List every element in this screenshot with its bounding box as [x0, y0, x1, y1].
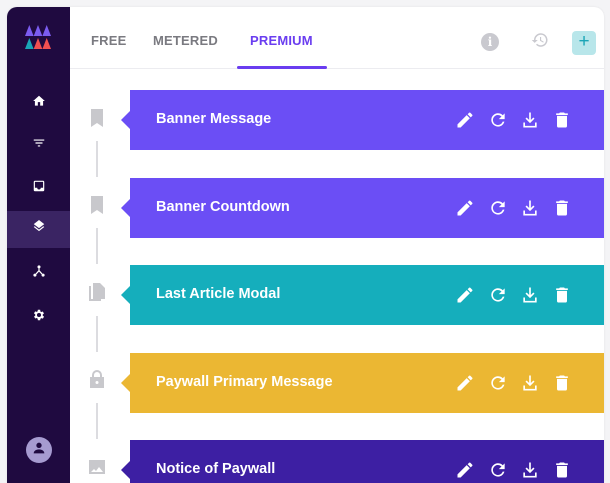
card-actions: [455, 110, 575, 130]
user-icon: [31, 440, 47, 461]
card-banner-message[interactable]: Banner Message: [121, 90, 604, 150]
card-last-article-modal[interactable]: Last Article Modal: [121, 265, 604, 325]
lock-icon: [89, 370, 105, 388]
sidebar-item-layers[interactable]: [7, 211, 70, 248]
tab-bar: FREE METERED PREMIUM i +: [70, 7, 604, 69]
image-icon: [89, 458, 105, 476]
app-panel: FREE METERED PREMIUM i + Banner Message: [7, 7, 604, 483]
active-tab-indicator: [237, 66, 327, 69]
logo[interactable]: [25, 25, 51, 49]
sidebar-item-home[interactable]: [7, 85, 70, 122]
history-button[interactable]: [530, 32, 550, 52]
download-icon[interactable]: [520, 110, 540, 130]
bookmark-icon: [89, 196, 105, 214]
tab-premium[interactable]: PREMIUM: [250, 33, 313, 48]
tab-metered[interactable]: METERED: [153, 33, 218, 48]
download-icon[interactable]: [520, 460, 540, 480]
refresh-icon[interactable]: [488, 198, 508, 218]
timeline-connector: [96, 228, 98, 264]
card-actions: [455, 460, 575, 480]
card-banner-countdown[interactable]: Banner Countdown: [121, 178, 604, 238]
bookmark-icon: [89, 109, 105, 127]
sidebar-item-settings[interactable]: [7, 299, 70, 336]
download-icon[interactable]: [520, 285, 540, 305]
edit-icon[interactable]: [455, 110, 475, 130]
card-title: Last Article Modal: [156, 286, 281, 302]
timeline-connector: [96, 403, 98, 439]
edit-icon[interactable]: [455, 460, 475, 480]
card-actions: [455, 198, 575, 218]
trash-icon[interactable]: [552, 198, 572, 218]
refresh-icon[interactable]: [488, 110, 508, 130]
download-icon[interactable]: [520, 373, 540, 393]
card-title: Notice of Paywall: [156, 461, 276, 477]
history-icon: [531, 31, 549, 54]
card-title: Banner Message: [156, 111, 272, 127]
edit-icon[interactable]: [455, 198, 475, 218]
refresh-icon[interactable]: [488, 460, 508, 480]
trash-icon[interactable]: [552, 373, 572, 393]
info-button[interactable]: i: [480, 32, 500, 52]
edit-icon[interactable]: [455, 373, 475, 393]
flow-icon: [32, 264, 46, 283]
refresh-icon[interactable]: [488, 285, 508, 305]
home-icon: [32, 94, 46, 113]
trash-icon[interactable]: [552, 110, 572, 130]
sidebar: [7, 7, 70, 483]
sidebar-item-filter[interactable]: [7, 127, 70, 164]
card-title: Paywall Primary Message: [156, 374, 333, 390]
avatar[interactable]: [26, 437, 52, 463]
trash-icon[interactable]: [552, 460, 572, 480]
app-frame: FREE METERED PREMIUM i + Banner Message: [0, 0, 610, 483]
info-icon: i: [481, 33, 499, 51]
card-actions: [455, 373, 575, 393]
card-actions: [455, 285, 575, 305]
card-title: Banner Countdown: [156, 199, 290, 215]
filter-icon: [32, 136, 46, 155]
sidebar-item-inbox[interactable]: [7, 170, 70, 207]
refresh-icon[interactable]: [488, 373, 508, 393]
download-icon[interactable]: [520, 198, 540, 218]
layers-icon: [32, 220, 46, 239]
gear-icon: [32, 308, 46, 327]
add-button[interactable]: +: [572, 31, 596, 55]
card-paywall-primary-message[interactable]: Paywall Primary Message: [121, 353, 604, 413]
timeline-connector: [96, 141, 98, 177]
inbox-icon: [32, 179, 46, 198]
card-notice-of-paywall[interactable]: Notice of Paywall: [121, 440, 604, 483]
file-copy-icon: [89, 283, 105, 301]
tab-free[interactable]: FREE: [91, 33, 126, 48]
edit-icon[interactable]: [455, 285, 475, 305]
timeline-connector: [96, 316, 98, 352]
trash-icon[interactable]: [552, 285, 572, 305]
sidebar-item-flow[interactable]: [7, 255, 70, 292]
